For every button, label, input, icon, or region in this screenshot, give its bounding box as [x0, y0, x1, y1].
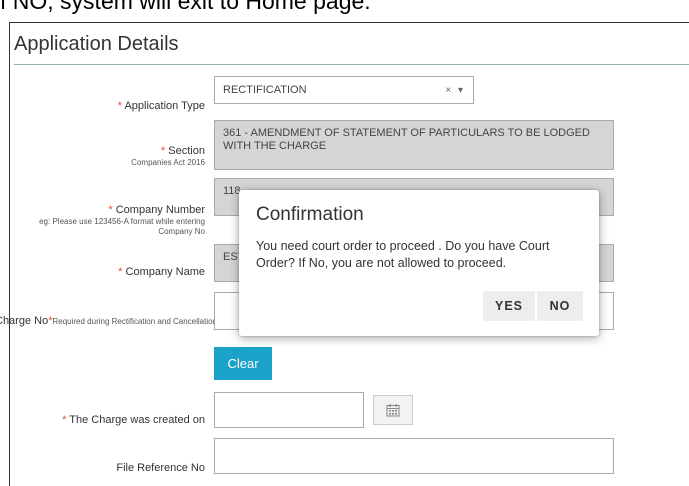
- dialog-title: Confirmation: [256, 204, 364, 225]
- company-name-label: * Company Name: [118, 266, 205, 278]
- section-field[interactable]: 361 - AMENDMENT OF STATEMENT OF PARTICUL…: [214, 120, 614, 170]
- calendar-button[interactable]: [373, 395, 413, 425]
- charge-no-label: Charge No*Required during Rectification …: [0, 315, 218, 327]
- file-reference-label: File Reference No: [116, 462, 205, 474]
- company-number-sub-label: eg: Please use 123456-A format while ent…: [39, 217, 205, 236]
- file-reference-input[interactable]: [214, 438, 614, 474]
- section-label: * Section Companies Act 2016: [131, 145, 205, 167]
- application-type-label: * Application Type: [117, 100, 205, 112]
- calendar-icon: [386, 404, 400, 417]
- charge-created-on-label: * The Charge was created on: [62, 414, 205, 426]
- yes-button[interactable]: YES: [483, 291, 535, 321]
- select-controls-icon[interactable]: × ▾: [445, 85, 465, 96]
- dialog-message: You need court order to proceed . Do you…: [256, 239, 550, 270]
- no-button[interactable]: NO: [537, 291, 583, 321]
- confirmation-dialog: Confirmation You need court order to pro…: [239, 190, 599, 336]
- clear-button[interactable]: Clear: [214, 347, 272, 380]
- application-type-select[interactable]: RECTIFICATION × ▾: [214, 76, 474, 104]
- charge-created-on-input[interactable]: [214, 392, 364, 428]
- panel-divider: [14, 64, 689, 65]
- application-type-value: RECTIFICATION: [223, 84, 307, 96]
- section-sub-label: Companies Act 2016: [131, 158, 205, 167]
- panel-title: Application Details: [14, 33, 179, 55]
- company-number-label: * Company Number eg: Please use 123456-A…: [15, 204, 205, 237]
- caption-text: f NO, system will exit to Home page.: [0, 0, 371, 14]
